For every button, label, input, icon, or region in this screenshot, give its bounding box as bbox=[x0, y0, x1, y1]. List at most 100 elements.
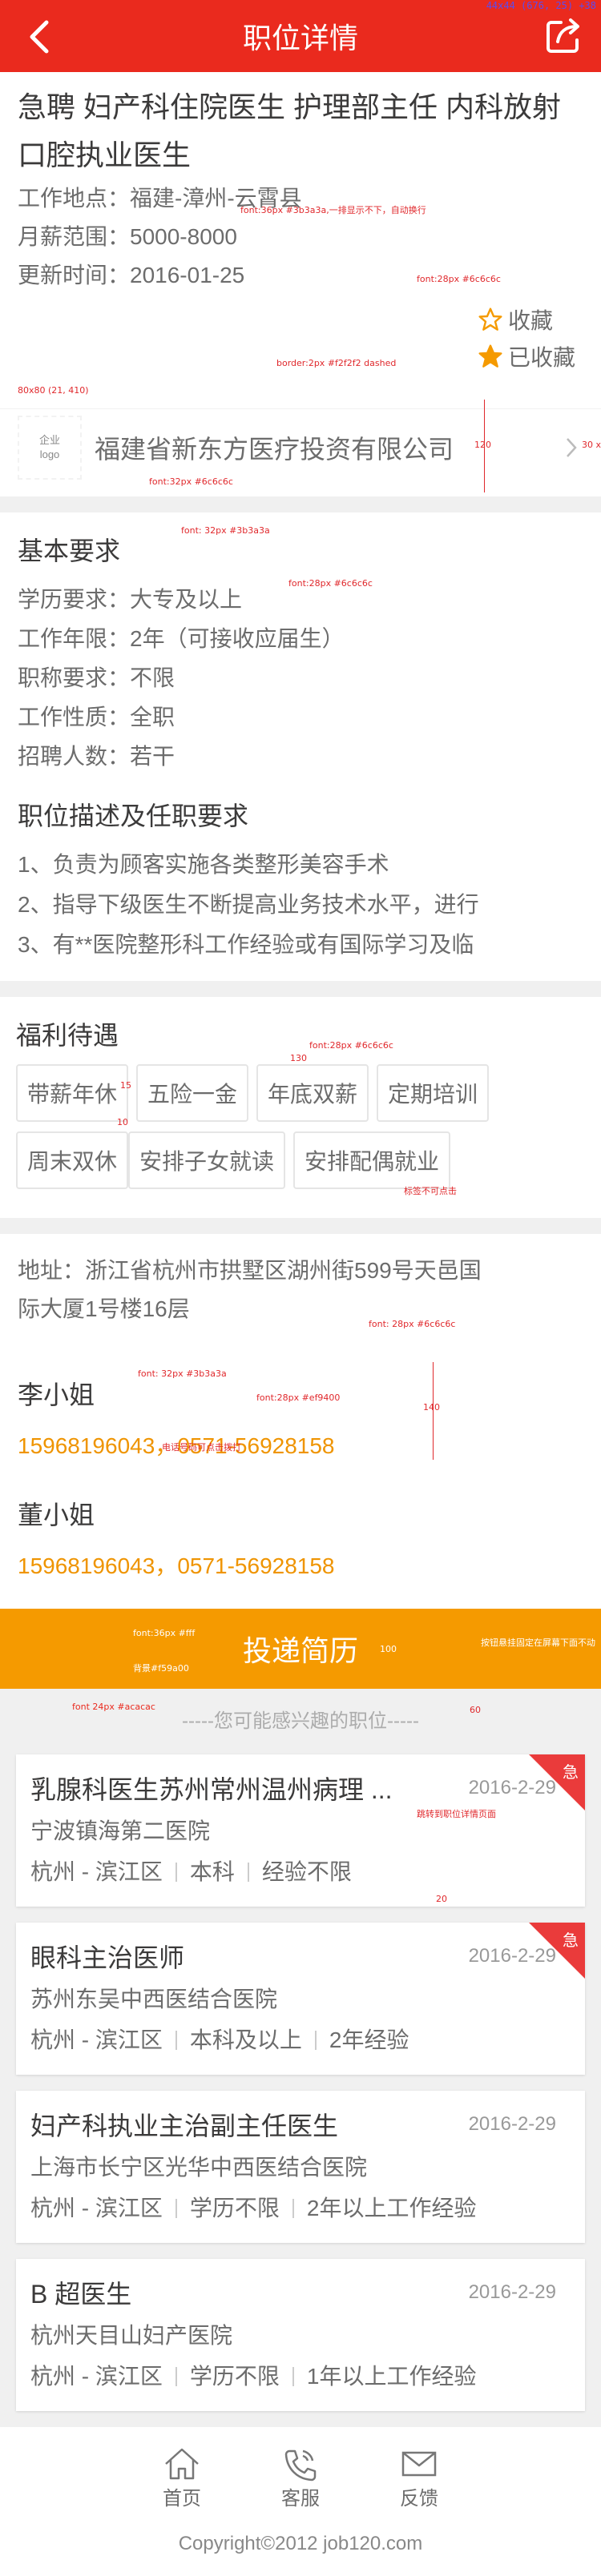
requirements-section: 基本要求 学历要求：大专及以上 工作年限：2年（可接收应届生） 职称要求：不限 … bbox=[0, 512, 601, 981]
requirement-label: 学历要求： bbox=[18, 587, 131, 612]
address-line: 地址：浙江省杭州市拱墅区湖州街599号天邑国 bbox=[18, 1258, 482, 1283]
chevron-right-icon bbox=[559, 432, 583, 464]
job-card-meta: 杭州 - 滨江区 本科 经验不限 bbox=[30, 1852, 571, 1892]
job-card[interactable]: B 超医生 2016-2-29 杭州天目山妇产医院 杭州 - 滨江区 学历不限 1年以… bbox=[16, 2259, 585, 2411]
urgent-label: 急 bbox=[563, 1764, 579, 1782]
company-row[interactable]: 企业 logo 福建省新东方医疗投资有限公司 font:32px #6c6c6c… bbox=[0, 400, 601, 496]
job-card-meta: 杭州 - 滨江区 本科及以上 2年经验 bbox=[30, 2020, 571, 2060]
job-info-section: 急聘 妇产科住院医生 护理部主任 内科放射口腔执业医生 工作地点：福建-漳州-云… bbox=[0, 72, 601, 408]
contact-name: 董小姐 bbox=[18, 1501, 95, 1529]
updated-value: 2016-01-25 bbox=[130, 263, 245, 287]
company-height-line bbox=[484, 400, 485, 492]
job-card-edu: 学历不限 bbox=[189, 2364, 280, 2389]
favorite-button[interactable]: 收藏 bbox=[478, 301, 575, 338]
urgent-badge: 急 bbox=[529, 1754, 585, 1810]
job-card-exp: 1年以上工作经验 bbox=[306, 2364, 477, 2389]
job-card-top: B 超医生 2016-2-29 bbox=[30, 2270, 571, 2315]
favorited-state[interactable]: 已收藏 bbox=[478, 338, 575, 375]
requirement-row: 招聘人数：若干 bbox=[18, 737, 583, 776]
job-card-edu: 本科 bbox=[189, 1859, 235, 1884]
tag-width-annotation: 130 bbox=[290, 1053, 307, 1063]
footer-nav-label: 客服 bbox=[281, 2488, 320, 2510]
benefit-tag: 安排配偶就业 bbox=[293, 1131, 451, 1189]
benefit-tag: 年底双薪 bbox=[256, 1064, 369, 1122]
job-salary: 月薪范围：5000-8000 bbox=[18, 218, 583, 256]
border-annotation: border:2px #f2f2f2 dashed bbox=[276, 358, 397, 368]
job-card-title: 乳腺科医生苏州常州温州病理 ... bbox=[30, 1775, 393, 1804]
recommend-section: -----您可能感兴趣的职位----- font 24px #acacac 60… bbox=[0, 1689, 601, 2411]
footer-nav: 首页 客服 反馈 bbox=[0, 2443, 601, 2514]
section-gap bbox=[0, 981, 601, 997]
contact-height-line bbox=[433, 1362, 434, 1460]
device-size-note: 44x44 (676, 25) bbox=[486, 0, 574, 11]
favorite-group: 收藏 已收藏 bbox=[478, 301, 575, 375]
star-outline-icon bbox=[478, 307, 502, 331]
device-corner-note: +38 bbox=[579, 0, 596, 11]
contact-section: 地址：浙江省杭州市拱墅区湖州街599号天邑国 际大厦1号楼16层 李小姐 159… bbox=[0, 1234, 601, 1609]
benefit-tag: 安排子女就读 bbox=[128, 1131, 286, 1189]
page: 职位详情 44x44 (676, 25) +38 急聘 妇产科住院医生 护理部主… bbox=[0, 0, 601, 2576]
top-nav-bar: 职位详情 44x44 (676, 25) +38 bbox=[0, 0, 601, 72]
company-font-annotation: font:32px #6c6c6c bbox=[149, 476, 233, 487]
job-card-exp: 经验不限 bbox=[261, 1859, 352, 1884]
phone-mobile-link[interactable]: 15968196043 bbox=[18, 1553, 155, 1578]
requirement-label: 职称要求： bbox=[18, 665, 131, 690]
tag-font-annotation: font:28px #6c6c6c bbox=[309, 1040, 393, 1051]
benefit-tag: 定期培训 bbox=[377, 1064, 490, 1122]
footer-nav-service[interactable]: 客服 bbox=[241, 2443, 360, 2514]
company-logo: 企业 logo bbox=[18, 416, 82, 480]
footer-nav-label: 首页 bbox=[163, 2488, 201, 2510]
job-card-edu: 学历不限 bbox=[189, 2196, 280, 2220]
home-icon bbox=[163, 2443, 201, 2485]
logo-label-en: logo bbox=[39, 448, 60, 460]
job-card[interactable]: 眼科主治医师 2016-2-29 苏州东吴中西医结合医院 杭州 - 滨江区 本科及以… bbox=[16, 1923, 585, 2075]
phone-icon bbox=[281, 2443, 320, 2485]
job-card-title: 妇产科执业主治副主任医生 bbox=[30, 2112, 339, 2140]
job-card-city: 杭州 - 滨江区 bbox=[30, 2027, 163, 2052]
heading-font-annotation: font: 32px #3b3a3a bbox=[181, 525, 270, 536]
name-font-annotation: font: 32px #3b3a3a bbox=[138, 1368, 227, 1379]
link-note-annotation: 跳转到职位详情页面 bbox=[417, 1809, 496, 1819]
company-height-annotation: 120 bbox=[474, 440, 491, 450]
share-button[interactable] bbox=[540, 11, 588, 59]
job-card-meta: 杭州 - 滨江区 学历不限 2年以上工作经验 bbox=[30, 2188, 571, 2228]
job-card-company: 杭州天目山妇产医院 bbox=[30, 2323, 233, 2348]
footer: 首页 客服 反馈 Copyright©2012 job120.com bbox=[0, 2427, 601, 2576]
divider bbox=[175, 2031, 177, 2050]
job-card[interactable]: 乳腺科医生苏州常州温州病理 ... 2016-2-29 宁波镇海第二医院 杭州 -… bbox=[16, 1754, 585, 1907]
job-card-title: 眼科主治医师 bbox=[30, 1943, 185, 1972]
requirement-value: 全职 bbox=[130, 705, 175, 729]
interest-font-annotation: font 24px #acacac bbox=[72, 1702, 155, 1712]
job-title: 急聘 妇产科住院医生 护理部主任 内科放射口腔执业医生 bbox=[18, 90, 562, 171]
urgent-badge: 急 bbox=[529, 1923, 585, 1979]
requirement-label: 工作年限： bbox=[18, 626, 131, 651]
requirement-value: 若干 bbox=[130, 744, 175, 769]
phone-landline-link[interactable]: 0571-56928158 bbox=[177, 1553, 334, 1578]
benefit-tag: 五险一金 bbox=[136, 1064, 249, 1122]
back-arrow-icon bbox=[30, 20, 49, 54]
submit-height-annotation: 100 bbox=[380, 1644, 397, 1654]
requirement-value: 大专及以上 bbox=[130, 587, 243, 612]
footer-nav-home[interactable]: 首页 bbox=[123, 2443, 241, 2514]
submit-font-annotation: font:36px #fff bbox=[133, 1628, 196, 1638]
phone-mobile-link[interactable]: 15968196043 bbox=[18, 1433, 155, 1458]
job-card[interactable]: 妇产科执业主治副主任医生 2016-2-29 上海市长宁区光华中西医结合医院 杭州… bbox=[16, 2091, 585, 2243]
back-button[interactable] bbox=[16, 14, 61, 59]
submit-resume-button[interactable]: 投递简历 font:36px #fff 背景#f59a00 100 按钮悬挂固定… bbox=[0, 1609, 601, 1689]
description-line: 3、有**医院整形科工作经验或有国际学习及临 bbox=[18, 932, 474, 957]
copyright: Copyright©2012 job120.com bbox=[178, 2533, 423, 2554]
phone-font-annotation: font:28px #ef9400 bbox=[256, 1392, 341, 1403]
phone-separator: ， bbox=[155, 1553, 178, 1578]
submit-note-annotation: 按钮悬挂固定在屏幕下面不动 bbox=[481, 1638, 595, 1648]
requirement-label: 招聘人数： bbox=[18, 744, 131, 769]
footer-nav-feedback[interactable]: 反馈 bbox=[360, 2443, 478, 2514]
requirement-value: 2年（可接收应届生） bbox=[130, 626, 345, 651]
urgent-label: 急 bbox=[563, 1932, 579, 1950]
contact-height-annotation: 140 bbox=[423, 1402, 440, 1413]
fav-font-annotation: font:28px #6c6c6c bbox=[417, 274, 501, 284]
recommend-heading: -----您可能感兴趣的职位----- bbox=[182, 1710, 419, 1732]
updated-label: 更新时间： bbox=[18, 263, 131, 287]
requirement-row: 工作性质：全职 bbox=[18, 697, 583, 737]
job-card-city: 杭州 - 滨江区 bbox=[30, 2196, 163, 2220]
requirement-row: 职称要求：不限 bbox=[18, 658, 583, 697]
